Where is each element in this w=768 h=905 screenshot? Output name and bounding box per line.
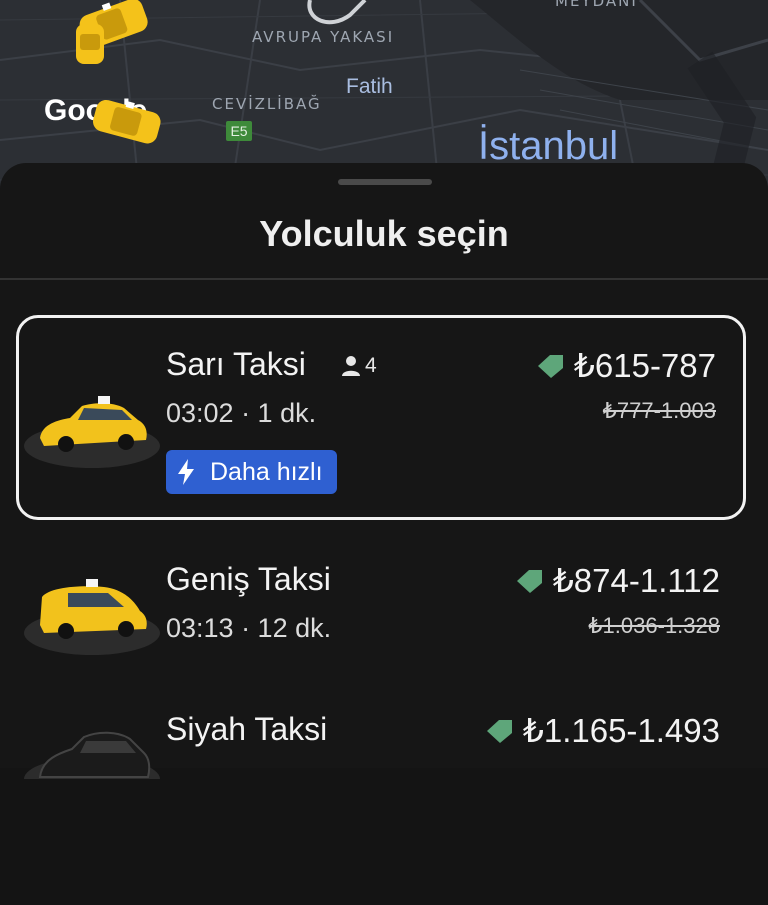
ride-price: ₺874-1.112 <box>515 561 720 600</box>
map-label-fatih: Fatih <box>346 75 393 98</box>
faster-badge: Daha hızlı <box>166 450 337 494</box>
passenger-count: 4 <box>365 354 377 377</box>
discount-tag-icon <box>486 719 512 743</box>
highway-shield-e5: E5 <box>226 121 252 141</box>
black-taxi-icon <box>24 731 160 779</box>
ride-option-siyah-taksi[interactable]: Siyah Taksi ₺1.165-1.493 <box>0 695 768 905</box>
ride-eta: 03:02 · 1 dk. <box>166 398 317 428</box>
ride-eta: 03:13 · 12 dk. <box>166 613 332 643</box>
ride-name: Siyah Taksi <box>166 711 328 747</box>
sheet-title: Yolculuk seçin <box>259 213 509 254</box>
price-range: ₺615-787 <box>573 347 716 384</box>
discount-tag-icon <box>537 354 563 378</box>
original-price: ₺1.036-1.328 <box>588 613 720 638</box>
map-label-avrupa-yakasi: AVRUPA YAKASI <box>252 28 395 46</box>
ride-name: Sarı Taksi <box>166 346 306 382</box>
badge-label: Daha hızlı <box>210 457 323 486</box>
map-label-meydani: MEYDANI <box>555 0 638 10</box>
taxi-marker-icon <box>93 99 161 144</box>
map-label-cevizlibag: CEVİZLİBAĞ <box>212 95 322 113</box>
original-price: ₺777-1.003 <box>602 398 716 423</box>
price-range: ₺874-1.112 <box>552 562 720 599</box>
taxi-marker-icon <box>76 24 104 64</box>
ride-selection-sheet: Yolculuk seçin Sarı Taksi 4 03:02 · 1 dk… <box>0 163 768 779</box>
price-range: ₺1.165-1.493 <box>522 712 720 749</box>
lightning-icon <box>178 459 194 485</box>
person-icon <box>342 356 360 376</box>
yellow-taxi-icon <box>24 396 160 468</box>
ride-price: ₺615-787 <box>536 346 716 385</box>
passenger-capacity: 4 <box>341 354 377 378</box>
ride-name: Geniş Taksi <box>166 561 331 597</box>
divider <box>0 278 768 280</box>
discount-tag-icon <box>516 569 542 593</box>
ride-option-sari-taksi[interactable]: Sarı Taksi 4 03:02 · 1 dk. Daha hızlı ₺6… <box>16 315 746 520</box>
sheet-drag-handle[interactable] <box>338 179 432 185</box>
yellow-minivan-icon <box>24 579 160 655</box>
ride-price: ₺1.165-1.493 <box>485 711 720 750</box>
